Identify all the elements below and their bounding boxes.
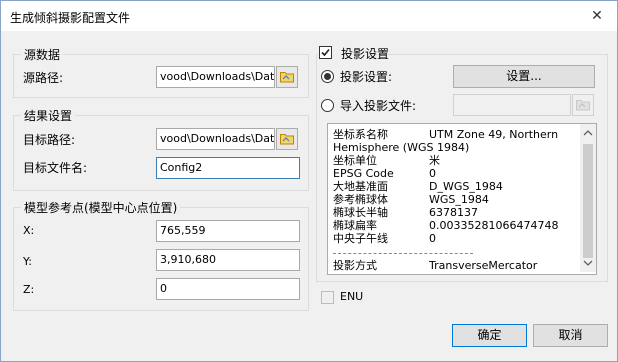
- target-name-label: 目标文件名:: [23, 161, 88, 175]
- cancel-button[interactable]: 取消: [533, 324, 608, 347]
- info-key: 投影方式: [333, 259, 377, 272]
- info-value: UTM Zone 49, Northern: [429, 128, 559, 141]
- folder-icon: [576, 100, 590, 111]
- projection-file-field: [453, 94, 571, 116]
- refpoint-legend: 模型参考点(模型中心点位置): [21, 199, 181, 216]
- settings-button[interactable]: 设置...: [453, 65, 595, 88]
- source-path-field[interactable]: vood\Downloads\Data: [156, 66, 275, 88]
- ok-button[interactable]: 确定: [452, 324, 527, 347]
- dialog-window: 生成倾斜摄影配置文件 ✕ 源数据 源路径: vood\Downloads\Dat…: [0, 0, 618, 362]
- info-value: 米: [429, 154, 440, 167]
- info-value: D_WGS_1984: [429, 180, 503, 193]
- info-key: EPSG Code: [333, 167, 394, 180]
- y-label: Y:: [23, 255, 32, 268]
- radio-import-file[interactable]: [321, 99, 334, 112]
- source-path-label: 源路径:: [23, 71, 64, 85]
- target-path-label: 目标路径:: [23, 133, 76, 147]
- scroll-down-icon[interactable]: [580, 256, 596, 270]
- enu-checkbox[interactable]: [321, 291, 334, 304]
- info-value: 0: [429, 167, 436, 180]
- scroll-thumb[interactable]: [583, 144, 593, 258]
- x-label: X:: [23, 224, 35, 237]
- info-value: 0: [429, 232, 436, 245]
- projection-legend: 投影设置: [318, 45, 389, 61]
- scroll-up-icon[interactable]: [580, 126, 596, 140]
- info-separator: [333, 253, 473, 254]
- title-bar: 生成倾斜摄影配置文件 ✕: [1, 1, 617, 31]
- z-field[interactable]: 0: [156, 278, 300, 300]
- source-browse-button[interactable]: [276, 66, 298, 88]
- y-field[interactable]: 3,910,680: [156, 249, 300, 271]
- info-value: 0.00335281066474748: [429, 219, 559, 232]
- info-value: TransverseMercator: [429, 259, 538, 272]
- info-key: 参考椭球体: [333, 193, 388, 206]
- info-value: WGS_1984: [429, 193, 489, 206]
- projection-browse-button: [572, 94, 594, 116]
- result-group: [13, 115, 309, 191]
- info-key: 椭球扁率: [333, 219, 377, 232]
- checkmark-icon: [321, 48, 330, 57]
- info-key: Hemisphere (WGS 1984): [333, 141, 470, 154]
- radio-import-file-label[interactable]: 导入投影文件:: [340, 97, 416, 114]
- folder-icon: [280, 134, 294, 145]
- close-icon[interactable]: ✕: [585, 4, 609, 28]
- info-key: 大地基准面: [333, 180, 388, 193]
- result-legend: 结果设置: [21, 107, 76, 124]
- radio-projection-settings[interactable]: [321, 70, 334, 83]
- target-path-field[interactable]: vood\Downloads\Data: [156, 128, 275, 150]
- projection-legend-label: 投影设置: [341, 47, 390, 61]
- enu-label[interactable]: ENU: [340, 290, 363, 303]
- info-key: 坐标系名称: [333, 128, 388, 141]
- z-label: Z:: [23, 283, 35, 296]
- x-field[interactable]: 765,559: [156, 220, 300, 242]
- target-name-field[interactable]: Config2: [156, 157, 300, 179]
- projection-enable-checkbox[interactable]: [319, 46, 332, 59]
- info-key: 中央子午线: [333, 232, 388, 245]
- info-value: 6378137: [429, 206, 478, 219]
- projection-info-list[interactable]: 坐标系名称 UTM Zone 49, Northern Hemisphere (W…: [327, 123, 597, 275]
- folder-icon: [280, 72, 294, 83]
- info-key: 坐标单位: [333, 154, 377, 167]
- info-scrollbar[interactable]: [580, 124, 596, 272]
- info-key: 椭球长半轴: [333, 206, 388, 219]
- source-legend: 源数据: [21, 46, 64, 63]
- radio-dot: [324, 73, 331, 80]
- target-browse-button[interactable]: [276, 128, 298, 150]
- radio-projection-settings-label[interactable]: 投影设置:: [340, 68, 392, 85]
- window-title: 生成倾斜摄影配置文件: [10, 11, 131, 25]
